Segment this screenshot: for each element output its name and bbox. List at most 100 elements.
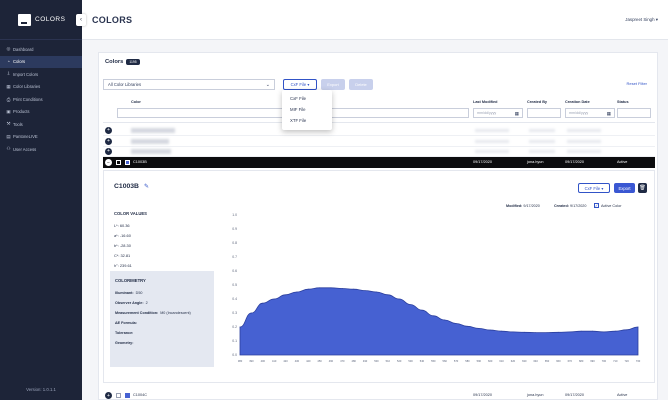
export-button[interactable]: Export xyxy=(321,79,345,90)
tolerance-label: Tolerance: xyxy=(115,331,134,335)
created-by-filter-input[interactable] xyxy=(527,108,561,118)
color-library-select[interactable]: All Color Libraries ⌄ xyxy=(103,79,275,90)
collapse-sidebar-button[interactable]: ‹ xyxy=(76,14,86,26)
column-header-created-by[interactable]: Created By xyxy=(527,100,547,104)
sidebar-item-dashboard[interactable]: ◎ Dashboard xyxy=(0,43,82,56)
blurred-cell xyxy=(529,150,555,153)
calendar-icon[interactable]: ▦ xyxy=(515,111,519,117)
tolerance-line: Tolerance: xyxy=(115,328,209,338)
delete-button[interactable]: Delete xyxy=(349,79,373,90)
menu-item-mif-file[interactable]: MIF File xyxy=(282,104,332,115)
spectral-point xyxy=(387,294,389,296)
table-row[interactable]: + C1004C 09/17/2020 jona.hyun 09/17/2020… xyxy=(103,390,655,400)
illuminant-value: D50 xyxy=(135,291,143,295)
wrench-icon: ⚒ xyxy=(6,121,11,127)
sidebar-item-print-conditions[interactable]: ⎙ Print Conditions xyxy=(0,93,82,106)
spectral-point xyxy=(432,315,434,317)
expand-row-icon[interactable]: + xyxy=(105,148,112,155)
blurred-color-name xyxy=(131,128,175,133)
spectral-point xyxy=(353,288,355,290)
edit-icon[interactable]: ✎ xyxy=(144,183,149,190)
sidebar-item-colors[interactable]: ◔ Colors xyxy=(0,55,82,68)
library-icon: ▦ xyxy=(6,83,11,89)
x-tick-label: 420 xyxy=(283,359,288,363)
x-tick-label: 520 xyxy=(397,359,402,363)
page-title: COLORS xyxy=(92,14,133,25)
geometry-label: Geometry: xyxy=(115,341,134,345)
table-row[interactable]: + xyxy=(103,146,655,157)
sidebar-item-label: Tools xyxy=(13,121,23,127)
last-modified-filter-input[interactable]: mm/dd/yyyy ▦ xyxy=(473,108,523,118)
expand-row-icon[interactable]: + xyxy=(105,392,112,399)
reset-filter-link[interactable]: Reset Filter xyxy=(627,81,647,86)
row-checkbox[interactable] xyxy=(116,160,121,165)
detail-file-format-button[interactable]: CxF File ▾ xyxy=(578,183,610,193)
sidebar-item-tools[interactable]: ⚒ Tools xyxy=(0,118,82,131)
active-color-checkbox[interactable]: ✓ Active Color xyxy=(594,203,621,208)
modified-label: Modified: xyxy=(506,204,523,208)
color-name-cell: C1003B xyxy=(133,160,147,164)
sidebar-item-products[interactable]: ▣ Products xyxy=(0,106,82,119)
y-tick-label: 0.0 xyxy=(232,353,237,357)
created-by-cell: jona.hyun xyxy=(527,393,544,397)
column-header-status[interactable]: Status xyxy=(617,100,629,104)
spectral-point xyxy=(307,288,309,290)
expand-row-icon[interactable]: + xyxy=(105,127,112,134)
expand-row-icon[interactable]: + xyxy=(105,138,112,145)
row-checkbox[interactable] xyxy=(116,393,121,398)
status-filter-input[interactable] xyxy=(617,108,651,118)
x-tick-label: 480 xyxy=(352,359,357,363)
sidebar: COLORS ◎ Dashboard ◔ Colors ⇩ Import Colors ▦ C… xyxy=(0,0,82,400)
y-tick-label: 0.8 xyxy=(232,241,237,245)
import-icon: ⇩ xyxy=(6,71,11,77)
top-bar: COLORS Jaspreet Singh ▾ xyxy=(82,0,668,40)
pantone-icon: ▤ xyxy=(6,133,11,139)
x-tick-label: 650 xyxy=(545,359,550,363)
illuminant-line: Illuminant: D50 xyxy=(115,288,209,298)
spectral-point xyxy=(580,330,582,332)
x-tick-label: 550 xyxy=(431,359,436,363)
sidebar-item-color-libraries[interactable]: ▦ Color Libraries xyxy=(0,81,82,94)
collapse-row-icon[interactable]: − xyxy=(105,159,112,166)
x-tick-label: 620 xyxy=(511,359,516,363)
file-format-button[interactable]: CxF File ▾ xyxy=(283,79,317,90)
x-tick-label: 460 xyxy=(329,359,334,363)
spectral-point xyxy=(398,298,400,300)
spectral-point xyxy=(467,325,468,327)
table-row[interactable]: + xyxy=(103,125,655,136)
x-tick-label: 500 xyxy=(374,359,379,363)
printer-icon: ⎙ xyxy=(6,96,11,102)
spectral-point xyxy=(626,329,628,331)
observer-angle-line: Observer Angle: 2 xyxy=(115,298,209,308)
version-label: Version: 1.0.1.1 xyxy=(26,387,56,392)
color-value-h: h°: 239.61 xyxy=(114,263,132,268)
sidebar-item-import-colors[interactable]: ⇩ Import Colors xyxy=(0,68,82,81)
sidebar-nav: ◎ Dashboard ◔ Colors ⇩ Import Colors ▦ Color Li… xyxy=(0,40,82,156)
column-header-color[interactable]: Color xyxy=(131,100,141,104)
sidebar-item-pantonelive[interactable]: ▤ PantoneLIVE xyxy=(0,131,82,144)
y-tick-label: 0.7 xyxy=(232,255,237,259)
user-menu[interactable]: Jaspreet Singh ▾ xyxy=(625,17,658,23)
illuminant-label: Illuminant: xyxy=(115,291,134,295)
sidebar-item-user-access[interactable]: ⚇ User Access xyxy=(0,143,82,156)
spectral-curve-chart: 1.0 0.9 0.8 0.7 0.6 0.5 0.4 0.3 0.2 0.1 0.0380 390 4… xyxy=(232,213,640,363)
x-tick-label: 610 xyxy=(499,359,504,363)
sidebar-item-label: Import Colors xyxy=(13,71,39,77)
menu-item-xtf-file[interactable]: XTF File xyxy=(282,115,332,126)
products-icon: ▣ xyxy=(6,108,11,114)
column-header-creation-date[interactable]: Creation Date xyxy=(565,100,590,104)
detail-export-button[interactable]: Export xyxy=(614,183,635,193)
table-row-selected[interactable]: − C1003B 09/17/2020 jona.hyun 09/17/2020… xyxy=(103,157,655,168)
spectral-point xyxy=(603,331,605,333)
spectral-point xyxy=(376,291,377,293)
column-header-last-modified[interactable]: Last Modified xyxy=(473,100,497,104)
geometry-line: Geometry: xyxy=(115,338,209,348)
creation-date-filter-input[interactable]: mm/dd/yyyy ▦ xyxy=(565,108,615,118)
y-tick-label: 0.5 xyxy=(232,283,237,287)
calendar-icon[interactable]: ▦ xyxy=(607,111,611,117)
menu-item-cxf-file[interactable]: CxF File xyxy=(282,93,332,104)
spectral-point xyxy=(489,329,491,331)
blurred-cell xyxy=(567,129,601,132)
created-by-cell: jona.hyun xyxy=(527,160,544,164)
trash-icon[interactable]: 🗑 xyxy=(638,183,647,193)
